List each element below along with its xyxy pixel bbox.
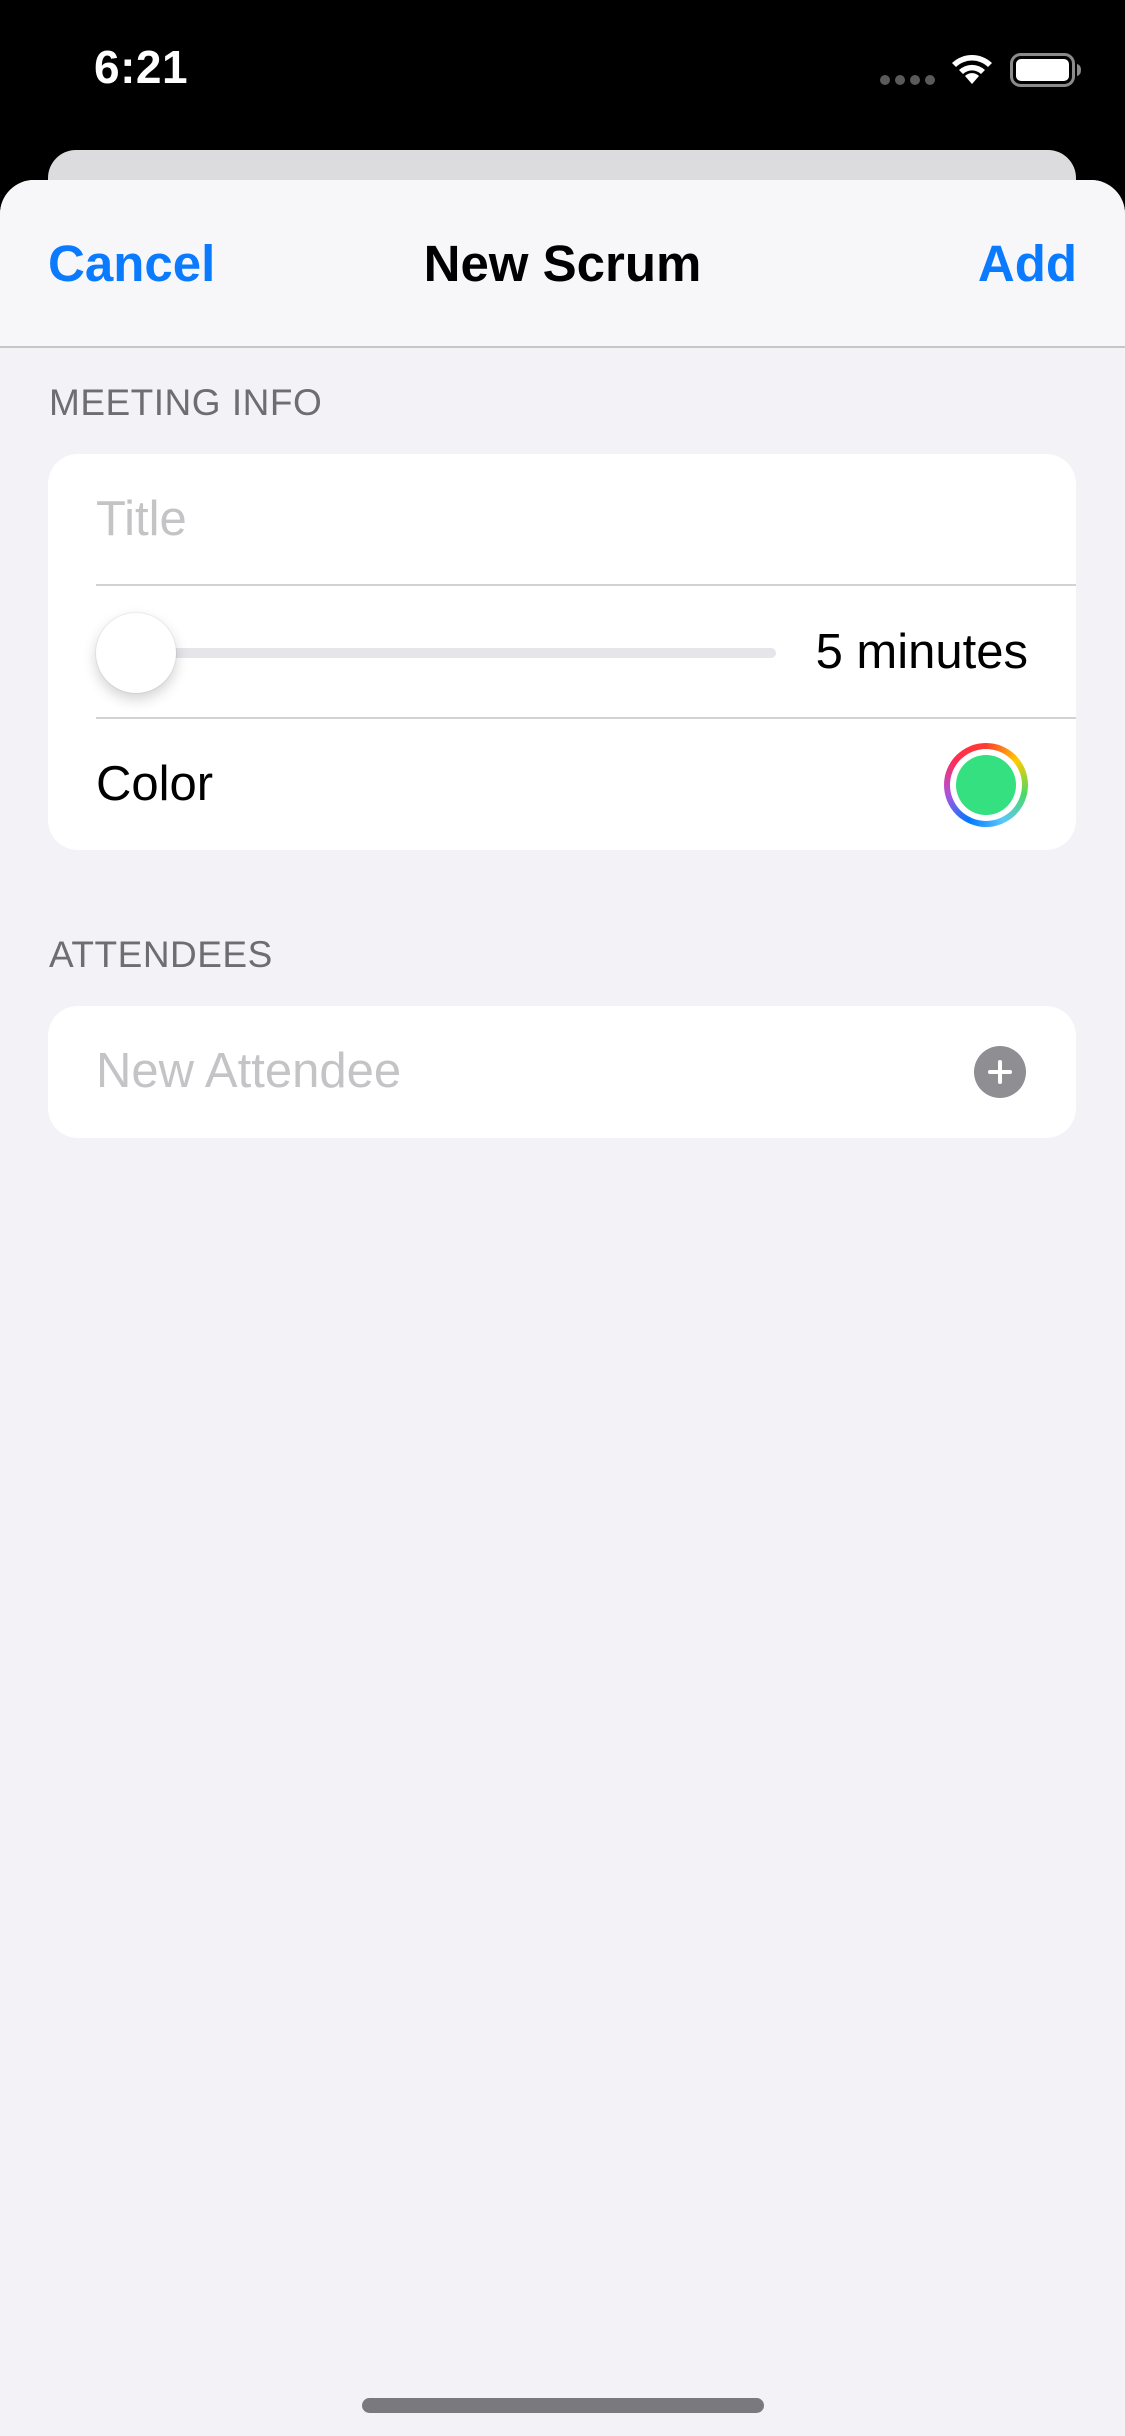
status-time: 6:21: [94, 41, 189, 93]
length-slider-thumb[interactable]: [96, 613, 176, 693]
battery-icon: [1010, 53, 1081, 87]
length-value: 5 minutes: [815, 625, 1028, 679]
color-picker-button[interactable]: [944, 743, 1028, 827]
new-attendee-row: [48, 1006, 1076, 1138]
home-indicator: [362, 2398, 764, 2413]
cellular-dots-icon: [880, 75, 936, 85]
meeting-info-header: MEETING INFO: [49, 382, 323, 423]
color-row[interactable]: Color: [48, 718, 1076, 850]
attendees-group: [48, 1006, 1076, 1138]
attendees-header: ATTENDEES: [49, 934, 273, 975]
plus-circle-icon[interactable]: [974, 1046, 1026, 1098]
add-button[interactable]: Add: [978, 234, 1077, 293]
new-scrum-sheet: Cancel New Scrum Add MEETING INFO 5 minu…: [0, 180, 1125, 2436]
page-title: New Scrum: [423, 235, 702, 292]
status-bar: 6:21: [0, 0, 1125, 140]
length-row: 5 minutes: [48, 586, 1076, 718]
title-field[interactable]: [96, 454, 1028, 584]
new-attendee-field[interactable]: [96, 1006, 956, 1136]
color-label: Color: [96, 757, 214, 811]
color-swatch: [956, 755, 1016, 815]
wifi-icon: [952, 55, 992, 84]
screen: 6:21 Cancel New Scrum Add MEETING INFO T…: [0, 0, 1125, 2436]
length-slider-track[interactable]: [96, 648, 776, 658]
navigation-bar: Cancel New Scrum Add: [0, 180, 1125, 348]
title-row: [48, 454, 1076, 586]
meeting-info-group: 5 minutes Color: [48, 454, 1076, 850]
